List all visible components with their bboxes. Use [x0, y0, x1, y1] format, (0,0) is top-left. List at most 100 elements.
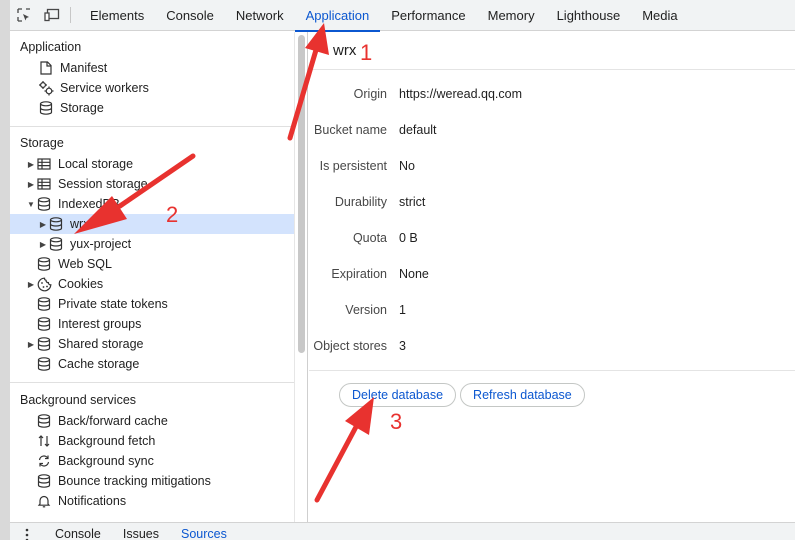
property-value: None	[399, 267, 429, 281]
property-key: Origin	[353, 87, 387, 101]
expand-arrow-icon[interactable]: ▶	[38, 240, 48, 249]
database-icon	[36, 413, 52, 429]
property-row-is-persistent: Is persistent No	[309, 148, 795, 184]
sidebar-item-label: Manifest	[60, 61, 108, 75]
sidebar-item-bounce-tracking[interactable]: Bounce tracking mitigations	[10, 471, 294, 491]
property-value: strict	[399, 195, 426, 209]
sync-icon	[36, 453, 52, 469]
sidebar-item-cookies[interactable]: ▶ Cookies	[10, 274, 294, 294]
tab-lighthouse[interactable]: Lighthouse	[546, 0, 632, 31]
device-toolbar-icon[interactable]	[38, 0, 66, 31]
property-row-object-stores: Object stores 3	[309, 328, 795, 364]
document-icon	[38, 60, 54, 76]
expand-arrow-icon[interactable]: ▶	[38, 220, 48, 229]
sidebar-item-background-fetch[interactable]: Background fetch	[10, 431, 294, 451]
sidebar-item-label: yux-project	[70, 237, 132, 251]
property-value: https://weread.qq.com	[399, 87, 522, 101]
sidebar-item-label: IndexedDB	[58, 197, 120, 211]
section-title-application: Application	[20, 40, 82, 54]
database-icon	[36, 336, 52, 352]
sidebar-item-label: Storage	[60, 101, 104, 115]
property-row-expiration: Expiration None	[309, 256, 795, 292]
database-icon	[36, 256, 52, 272]
property-value: 1	[399, 303, 406, 317]
database-details-panel: wrx Origin https://weread.qq.com Bucket …	[309, 32, 795, 522]
property-row-bucket-name: Bucket name default	[309, 112, 795, 148]
devtools-tabbar: Elements Console Network Application Per…	[10, 0, 795, 32]
sidebar-item-db-yux-project[interactable]: ▶ yux-project	[10, 234, 294, 254]
sidebar-item-background-sync[interactable]: Background sync	[10, 451, 294, 471]
tab-elements[interactable]: Elements	[79, 0, 155, 31]
expand-arrow-icon[interactable]: ▶	[26, 280, 36, 289]
section-title-background-services: Background services	[20, 393, 137, 407]
expand-arrow-icon[interactable]: ▶	[26, 160, 36, 169]
table-grid-icon	[36, 176, 52, 192]
property-key: Bucket name	[314, 123, 387, 137]
sidebar-item-session-storage[interactable]: ▶ Session storage	[10, 174, 294, 194]
expand-arrow-icon[interactable]: ▶	[26, 180, 36, 189]
sidebar-item-interest-groups[interactable]: Interest groups	[10, 314, 294, 334]
sidebar-item-storage[interactable]: Storage	[10, 98, 294, 118]
database-properties: Origin https://weread.qq.com Bucket name…	[309, 70, 795, 364]
sidebar-scrollbar[interactable]	[294, 32, 308, 522]
sidebar-item-notifications[interactable]: Notifications	[10, 491, 294, 511]
sidebar-item-label: wrx	[70, 217, 90, 231]
drawer-tab-sources[interactable]: Sources	[170, 522, 238, 540]
element-picker-icon[interactable]	[10, 0, 38, 31]
property-value: No	[399, 159, 415, 173]
database-icon	[48, 236, 64, 252]
property-value: default	[399, 123, 437, 137]
database-icon	[48, 216, 64, 232]
property-key: Quota	[352, 231, 387, 245]
property-value: 3	[399, 339, 406, 353]
expand-arrow-icon[interactable]: ▶	[26, 340, 36, 349]
database-icon	[36, 316, 52, 332]
sidebar-item-label: Service workers	[60, 81, 149, 95]
refresh-database-button[interactable]: Refresh database	[460, 383, 585, 407]
database-icon	[36, 196, 52, 212]
property-row-durability: Durability strict	[309, 184, 795, 220]
sidebar-item-shared-storage[interactable]: ▶ Shared storage	[10, 334, 294, 354]
window-left-edge	[0, 0, 10, 540]
property-key: Expiration	[331, 267, 387, 281]
sidebar-item-private-state-tokens[interactable]: Private state tokens	[10, 294, 294, 314]
tab-network[interactable]: Network	[225, 0, 295, 31]
drawer-tab-issues[interactable]: Issues	[112, 522, 170, 540]
sidebar-scrollbar-thumb[interactable]	[298, 35, 305, 353]
database-icon	[38, 100, 54, 116]
sidebar-item-manifest[interactable]: Manifest	[10, 58, 294, 78]
tab-memory[interactable]: Memory	[477, 0, 546, 31]
sidebar-item-local-storage[interactable]: ▶ Local storage	[10, 154, 294, 174]
tab-performance[interactable]: Performance	[380, 0, 476, 31]
delete-database-button[interactable]: Delete database	[339, 383, 457, 407]
section-title-storage: Storage	[20, 136, 64, 150]
fetch-arrows-icon	[36, 433, 52, 449]
cookie-icon	[36, 276, 52, 292]
database-actions: Delete database Refresh database	[309, 370, 795, 407]
bell-icon	[36, 493, 52, 509]
sidebar-item-label: Session storage	[58, 177, 148, 191]
sidebar-item-label: Cache storage	[58, 357, 140, 371]
collapse-arrow-icon[interactable]: ▼	[26, 200, 36, 209]
sidebar-item-indexeddb[interactable]: ▼ IndexedDB	[10, 194, 294, 214]
sidebar-item-cache-storage[interactable]: Cache storage	[10, 354, 294, 374]
tab-application[interactable]: Application	[294, 0, 381, 32]
property-key: Version	[345, 303, 387, 317]
database-icon	[36, 296, 52, 312]
sidebar-item-label: Notifications	[58, 494, 127, 508]
sidebar-item-label: Cookies	[58, 277, 104, 291]
sidebar-item-db-wrx[interactable]: ▶ wrx	[10, 214, 294, 234]
sidebar-item-back-forward-cache[interactable]: Back/forward cache	[10, 411, 294, 431]
property-key: Durability	[334, 195, 387, 209]
kebab-menu-icon[interactable]	[10, 522, 44, 540]
sidebar-item-label: Interest groups	[58, 317, 142, 331]
sidebar-item-service-workers[interactable]: Service workers	[10, 78, 294, 98]
drawer-tab-console[interactable]: Console	[44, 522, 112, 540]
sidebar-item-web-sql[interactable]: Web SQL	[10, 254, 294, 274]
sidebar-item-label: Bounce tracking mitigations	[58, 474, 211, 488]
database-icon	[36, 356, 52, 372]
annotation-number-1: 1	[360, 40, 373, 65]
tab-media[interactable]: Media	[631, 0, 688, 31]
tab-console[interactable]: Console	[155, 0, 225, 31]
gears-icon	[38, 80, 54, 96]
